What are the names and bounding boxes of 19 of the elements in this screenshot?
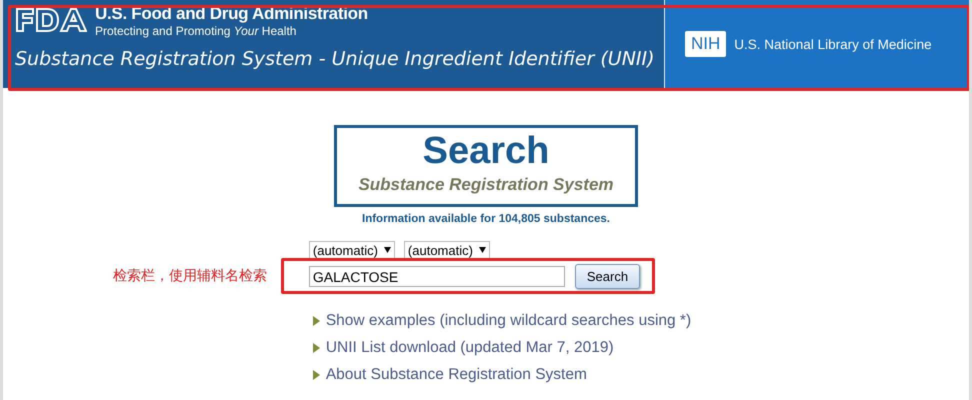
triangle-icon	[312, 316, 320, 326]
tagline: Protecting and Promoting Your Health	[95, 24, 298, 39]
triangle-icon	[312, 343, 320, 353]
caret-icon	[478, 247, 486, 253]
system-title: Substance Registration System - Unique Ingredient Identifier (UNII)	[15, 48, 656, 70]
info-text: Information available for 104,805 substances.	[362, 213, 610, 225]
link[interactable]: UNII List download (updated Mar 7, 2019)	[326, 338, 614, 358]
caret-icon	[384, 247, 391, 253]
search-heading: Search	[422, 129, 550, 174]
search-subtitle: Substance Registration System	[358, 174, 614, 196]
search-button[interactable]: Search	[574, 264, 640, 289]
search-field[interactable]: GALACTOSE	[308, 266, 565, 287]
nih-badge: NIH	[685, 31, 726, 57]
annotation-note: 检索栏，使用辅料名检索	[112, 267, 267, 285]
fda-logo-icon	[15, 6, 87, 34]
link[interactable]: Show examples (including wildcard searches using *)	[326, 311, 692, 331]
nih-name: U.S. National Library of Medicine	[734, 36, 932, 52]
triangle-icon	[312, 370, 320, 380]
link[interactable]: About Substance Registration System	[326, 365, 587, 385]
